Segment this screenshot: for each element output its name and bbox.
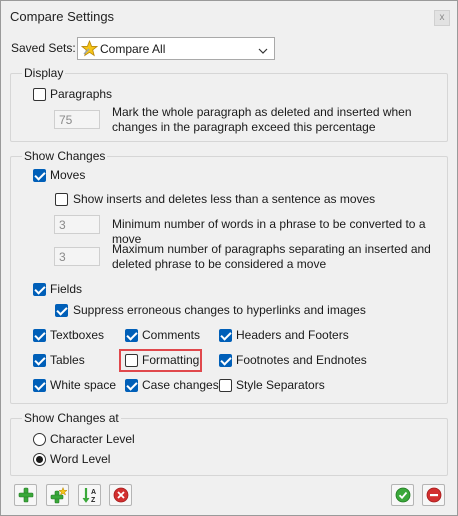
sort-button[interactable]: A Z: [78, 484, 101, 506]
display-legend: Display: [22, 66, 66, 80]
ok-button[interactable]: [391, 484, 414, 506]
case-changes-label: Case changes: [142, 378, 219, 392]
max-paragraphs-description-line2: deleted phrase to be considered a move: [112, 257, 327, 271]
footnotes-endnotes-label: Footnotes and Endnotes: [236, 353, 367, 367]
max-paragraphs-description-line1: Maximum number of paragraphs separating …: [112, 242, 431, 256]
cancel-icon: [426, 487, 442, 506]
comments-checkbox[interactable]: [125, 329, 138, 342]
comments-label: Comments: [142, 328, 201, 342]
inserts-deletes-checkbox[interactable]: [55, 193, 68, 206]
textboxes-checkbox[interactable]: [33, 329, 46, 342]
sort-letter-a: A: [91, 489, 96, 496]
percent-description-line1: Mark the whole paragraph as deleted and …: [112, 105, 412, 119]
compare-settings-dialog: Compare Settings x Saved Sets: Compare A…: [0, 0, 458, 516]
window-title: Compare Settings: [10, 9, 115, 24]
delete-button[interactable]: [109, 484, 132, 506]
tables-checkbox[interactable]: [33, 354, 46, 367]
add-from-star-button[interactable]: [46, 484, 69, 506]
paragraphs-checkbox[interactable]: [33, 88, 46, 101]
tables-label: Tables: [50, 353, 85, 367]
show-changes-at-legend: Show Changes at: [22, 411, 121, 425]
star-plus-icon: [50, 486, 68, 507]
word-level-label: Word Level: [50, 452, 111, 466]
headers-footers-label: Headers and Footers: [236, 328, 349, 342]
white-space-label: White space: [50, 378, 117, 392]
suppress-label: Suppress erroneous changes to hyperlinks…: [73, 303, 366, 317]
saved-sets-dropdown[interactable]: Compare All: [77, 37, 275, 60]
sort-letter-z: Z: [91, 497, 96, 504]
case-changes-checkbox[interactable]: [125, 379, 138, 392]
style-separators-label: Style Separators: [236, 378, 325, 392]
delete-icon: [113, 487, 129, 506]
title-bar: Compare Settings x: [1, 1, 457, 32]
percent-input[interactable]: 75: [54, 110, 100, 129]
sort-az-icon: A Z: [82, 487, 99, 507]
min-words-input[interactable]: 3: [54, 215, 100, 234]
percent-description-line2: changes in the paragraph exceed this per…: [112, 120, 376, 134]
plus-icon: [18, 487, 34, 506]
max-paragraphs-input[interactable]: 3: [54, 247, 100, 266]
formatting-label: Formatting: [142, 353, 200, 367]
saved-sets-value: Compare All: [100, 42, 166, 56]
style-separators-checkbox[interactable]: [219, 379, 232, 392]
moves-checkbox[interactable]: [33, 169, 46, 182]
chevron-down-icon: [258, 44, 268, 58]
show-changes-at-group: [10, 418, 448, 476]
character-level-radio[interactable]: [33, 433, 46, 446]
add-button[interactable]: [14, 484, 37, 506]
ok-icon: [395, 487, 411, 506]
character-level-label: Character Level: [50, 432, 135, 446]
show-changes-legend: Show Changes: [22, 149, 108, 163]
headers-footers-checkbox[interactable]: [219, 329, 232, 342]
paragraphs-label: Paragraphs: [50, 87, 113, 101]
saved-sets-label: Saved Sets:: [11, 41, 76, 55]
fields-label: Fields: [50, 282, 83, 296]
close-button[interactable]: x: [434, 10, 450, 26]
cancel-button[interactable]: [422, 484, 445, 506]
formatting-checkbox[interactable]: [125, 354, 138, 367]
fields-checkbox[interactable]: [33, 283, 46, 296]
inserts-deletes-label: Show inserts and deletes less than a sen…: [73, 192, 376, 206]
star-icon: [80, 39, 99, 60]
textboxes-label: Textboxes: [50, 328, 105, 342]
suppress-checkbox[interactable]: [55, 304, 68, 317]
white-space-checkbox[interactable]: [33, 379, 46, 392]
footnotes-endnotes-checkbox[interactable]: [219, 354, 232, 367]
moves-label: Moves: [50, 168, 86, 182]
word-level-radio[interactable]: [33, 453, 46, 466]
